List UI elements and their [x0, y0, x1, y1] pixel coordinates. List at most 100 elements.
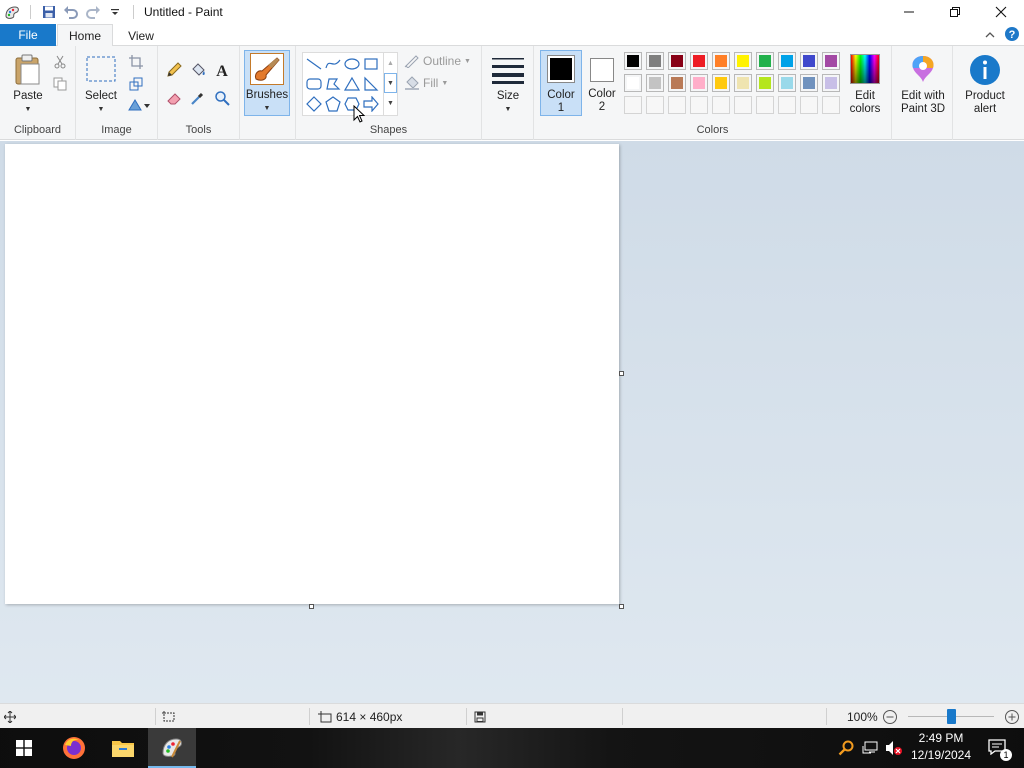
palette-custom-slot[interactable]	[668, 96, 686, 114]
color1-button[interactable]: Color 1	[540, 50, 582, 116]
palette-custom-slot[interactable]	[712, 96, 730, 114]
palette-swatch[interactable]	[668, 52, 686, 70]
close-button[interactable]	[978, 0, 1024, 24]
customize-qat-icon[interactable]	[105, 2, 125, 22]
color2-button[interactable]: Color 2	[584, 50, 620, 116]
palette-custom-slot[interactable]	[756, 96, 774, 114]
palette-swatch[interactable]	[712, 74, 730, 92]
palette-swatch[interactable]	[778, 52, 796, 70]
resize-icon[interactable]	[126, 74, 146, 94]
palette-custom-slot[interactable]	[734, 96, 752, 114]
select-button[interactable]: Select ▼	[80, 52, 122, 116]
tray-volume[interactable]	[882, 728, 906, 768]
palette-custom-slot[interactable]	[646, 96, 664, 114]
file-size-icon	[474, 711, 486, 722]
color1-label-line1: Color	[547, 89, 575, 101]
paint3d-label-line2: Paint 3D	[900, 103, 946, 115]
tab-home[interactable]: Home	[57, 24, 113, 47]
rectangle-shape-icon[interactable]	[361, 54, 381, 74]
taskbar-firefox[interactable]	[50, 728, 98, 768]
rounded-rectangle-shape-icon[interactable]	[304, 74, 324, 94]
palette-swatch[interactable]	[668, 74, 686, 92]
shapes-scroll-down-icon[interactable]: ▼	[384, 73, 397, 93]
palette-swatch[interactable]	[646, 74, 664, 92]
palette-swatch[interactable]	[690, 52, 708, 70]
canvas-resize-handle-right[interactable]	[619, 371, 624, 376]
undo-icon[interactable]	[61, 2, 81, 22]
drawing-canvas[interactable]	[5, 144, 619, 604]
taskbar-clock[interactable]: 2:49 PM 12/19/2024	[908, 730, 974, 766]
zoom-slider-thumb[interactable]	[946, 709, 956, 724]
taskbar-file-explorer[interactable]	[99, 728, 147, 768]
paint-app-icon[interactable]	[2, 2, 22, 22]
palette-custom-slot[interactable]	[800, 96, 818, 114]
palette-swatch[interactable]	[800, 52, 818, 70]
tab-view[interactable]: View	[118, 24, 164, 47]
outline-dropdown-caret: ▼	[464, 57, 471, 65]
eraser-icon[interactable]	[164, 88, 184, 108]
taskbar-paint[interactable]	[148, 728, 196, 768]
palette-swatch[interactable]	[690, 74, 708, 92]
oval-shape-icon[interactable]	[342, 54, 362, 74]
start-button[interactable]	[0, 728, 48, 768]
text-icon[interactable]: A	[212, 60, 232, 80]
palette-swatch[interactable]	[800, 74, 818, 92]
palette-swatch[interactable]	[756, 74, 774, 92]
palette-swatch[interactable]	[756, 52, 774, 70]
tray-search[interactable]	[834, 728, 858, 768]
palette-swatch[interactable]	[624, 52, 642, 70]
palette-swatch[interactable]	[646, 52, 664, 70]
polygon-shape-icon[interactable]	[323, 74, 343, 94]
outline-button[interactable]: Outline ▼	[404, 54, 471, 68]
color-palette	[624, 52, 844, 118]
palette-custom-slot[interactable]	[778, 96, 796, 114]
pencil-icon[interactable]	[164, 60, 184, 80]
canvas-resize-handle-corner[interactable]	[619, 604, 624, 609]
palette-swatch[interactable]	[712, 52, 730, 70]
zoom-slider[interactable]	[908, 704, 994, 729]
tab-file[interactable]: File	[0, 24, 56, 46]
curve-shape-icon[interactable]	[323, 54, 343, 74]
color-picker-icon[interactable]	[188, 88, 208, 108]
select-dropdown-caret: ▼	[97, 106, 105, 113]
palette-swatch[interactable]	[624, 74, 642, 92]
size-button[interactable]: Size ▼	[488, 52, 528, 116]
canvas-resize-handle-bottom[interactable]	[309, 604, 314, 609]
action-center-button[interactable]: 1	[978, 728, 1018, 768]
palette-swatch[interactable]	[734, 74, 752, 92]
palette-swatch[interactable]	[734, 52, 752, 70]
zoom-in-button[interactable]	[1004, 704, 1020, 729]
minimize-button[interactable]	[886, 0, 932, 24]
cut-icon[interactable]	[50, 52, 70, 72]
copy-icon[interactable]	[50, 74, 70, 94]
edit-colors-button[interactable]: Edit colors	[844, 52, 886, 118]
shapes-scroll-up-icon[interactable]: ▲	[384, 53, 397, 73]
restore-button[interactable]	[932, 0, 978, 24]
pentagon-shape-icon[interactable]	[323, 94, 343, 114]
triangle-shape-icon[interactable]	[342, 74, 362, 94]
magnifier-icon[interactable]	[212, 88, 232, 108]
edit-colors-label-line1: Edit	[855, 90, 875, 102]
help-icon[interactable]: ?	[1004, 26, 1020, 45]
edit-with-paint3d-button[interactable]: Edit with Paint 3D	[895, 52, 951, 118]
line-shape-icon[interactable]	[304, 54, 324, 74]
zoom-out-button[interactable]	[882, 704, 898, 729]
redo-icon[interactable]	[83, 2, 103, 22]
palette-swatch[interactable]	[778, 74, 796, 92]
crop-icon[interactable]	[126, 52, 146, 72]
palette-custom-slot[interactable]	[690, 96, 708, 114]
right-triangle-shape-icon[interactable]	[361, 74, 381, 94]
rotate-icon[interactable]	[126, 95, 152, 115]
collapse-ribbon-icon[interactable]	[984, 29, 996, 43]
brushes-button[interactable]: Brushes ▼	[244, 50, 290, 116]
diamond-shape-icon[interactable]	[304, 94, 324, 114]
shapes-expand-icon[interactable]: ▼	[384, 93, 397, 113]
save-icon[interactable]	[39, 2, 59, 22]
palette-custom-slot[interactable]	[624, 96, 642, 114]
tray-network[interactable]	[858, 728, 882, 768]
fill-bucket-icon[interactable]	[188, 60, 208, 80]
outline-icon	[404, 55, 419, 68]
product-alert-button[interactable]: Product alert	[957, 52, 1013, 118]
fill-button[interactable]: Fill ▼	[404, 76, 448, 90]
paste-button[interactable]: Paste ▼	[8, 52, 48, 116]
